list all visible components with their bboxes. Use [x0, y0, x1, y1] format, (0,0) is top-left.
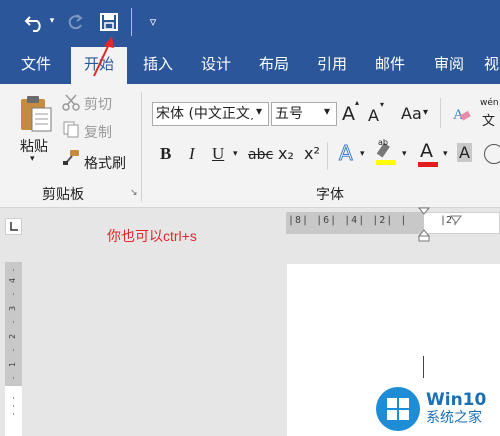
- character-shading-button[interactable]: A: [457, 143, 472, 162]
- shrink-font-button[interactable]: A: [368, 106, 379, 125]
- ribbon-home: 粘贴 ▾ 剪切 复制 格式刷 剪贴板 ↘ 宋体 (中文正文) ▾ 五号 ▾ A …: [0, 84, 500, 208]
- font-color-swatch: [418, 162, 438, 167]
- inline-separator: [327, 142, 328, 170]
- bold-button[interactable]: B: [160, 144, 171, 164]
- right-indent-marker-icon[interactable]: [450, 210, 462, 224]
- inline-separator: [440, 98, 441, 128]
- paste-icon[interactable]: [18, 94, 54, 134]
- grow-font-arrow-icon: ▴: [355, 98, 360, 107]
- group-separator: [141, 92, 142, 202]
- format-painter-icon[interactable]: [62, 148, 80, 166]
- vertical-ruler-page: [5, 386, 22, 436]
- enclose-characters-icon[interactable]: [484, 144, 500, 164]
- format-painter-label[interactable]: 格式刷: [84, 153, 126, 173]
- font-group-label: 字体: [316, 187, 344, 203]
- clipboard-group-label: 剪贴板: [42, 187, 84, 203]
- annotation-text: 你也可以ctrl+s: [107, 228, 197, 244]
- tab-review[interactable]: 审阅: [425, 44, 473, 84]
- strikethrough-button[interactable]: abc: [248, 147, 273, 163]
- save-icon[interactable]: [98, 10, 120, 34]
- ruler-numbers: |8| |6| |4| |2| |: [288, 215, 408, 226]
- quick-access-toolbar: ▾ ▿: [0, 0, 500, 44]
- tab-layout[interactable]: 布局: [250, 44, 298, 84]
- tab-design[interactable]: 设计: [192, 44, 240, 84]
- watermark: Win10 系统之家: [376, 386, 498, 432]
- font-size-value: 五号: [275, 106, 303, 122]
- undo-dropdown-icon[interactable]: ▾: [47, 14, 57, 28]
- watermark-subtitle: 系统之家: [426, 410, 482, 426]
- tab-mailings[interactable]: 邮件: [366, 44, 414, 84]
- toolbar-separator: [131, 8, 132, 36]
- clipboard-launcher-icon[interactable]: ↘: [130, 188, 138, 198]
- phonetic-guide-char[interactable]: 文: [482, 110, 495, 129]
- redo-icon[interactable]: [64, 10, 86, 34]
- clear-formatting-icon[interactable]: A: [452, 104, 472, 124]
- cut-icon[interactable]: [62, 93, 80, 111]
- change-case-dropdown-icon[interactable]: ▾: [423, 107, 428, 118]
- windows-logo-icon: [376, 387, 420, 431]
- highlight-label: ab: [378, 138, 388, 147]
- cut-label[interactable]: 剪切: [84, 94, 112, 114]
- font-name-dropdown-icon[interactable]: ▾: [250, 104, 268, 118]
- highlight-dropdown-icon[interactable]: ▾: [402, 149, 407, 159]
- phonetic-guide-pinyin[interactable]: wén: [480, 98, 499, 108]
- text-effects-dropdown-icon[interactable]: ▾: [360, 149, 365, 159]
- svg-text:3: 3: [8, 306, 17, 311]
- paste-dropdown-icon[interactable]: ▾: [30, 154, 35, 164]
- font-color-button[interactable]: A: [420, 140, 433, 162]
- change-case-button[interactable]: Aa: [401, 104, 422, 123]
- paste-label[interactable]: 粘贴: [20, 136, 48, 156]
- tab-references[interactable]: 引用: [308, 44, 356, 84]
- indent-marker-icon[interactable]: [417, 206, 431, 242]
- svg-text:2: 2: [8, 334, 17, 339]
- underline-button[interactable]: U: [212, 144, 224, 164]
- text-effects-button[interactable]: A: [339, 141, 354, 166]
- tab-file[interactable]: 文件: [12, 44, 60, 84]
- ribbon-tabs: 文件 开始 插入 设计 布局 引用 邮件 审阅 视: [0, 44, 500, 84]
- italic-button[interactable]: I: [189, 144, 195, 164]
- watermark-title: Win10: [426, 390, 487, 410]
- underline-dropdown-icon[interactable]: ▾: [233, 149, 238, 159]
- tab-insert[interactable]: 插入: [134, 44, 182, 84]
- grow-font-button[interactable]: A: [342, 103, 355, 125]
- svg-text:4: 4: [8, 278, 17, 283]
- font-size-dropdown-icon[interactable]: ▾: [318, 104, 336, 118]
- subscript-button[interactable]: x₂: [278, 144, 294, 163]
- annotation-arrow-icon: [93, 36, 114, 77]
- font-name-value: 宋体 (中文正文): [156, 106, 256, 122]
- superscript-button[interactable]: x²: [304, 144, 320, 163]
- copy-label[interactable]: 复制: [84, 122, 112, 142]
- shrink-font-arrow-icon: ▾: [380, 100, 385, 109]
- copy-icon[interactable]: [62, 120, 80, 138]
- tab-view[interactable]: 视: [484, 44, 500, 84]
- font-color-dropdown-icon[interactable]: ▾: [443, 149, 448, 159]
- undo-icon[interactable]: [22, 10, 48, 34]
- tab-selector[interactable]: [5, 218, 22, 235]
- text-cursor: [423, 356, 424, 378]
- svg-text:1: 1: [8, 362, 17, 367]
- customize-toolbar-icon[interactable]: ▿: [144, 12, 162, 32]
